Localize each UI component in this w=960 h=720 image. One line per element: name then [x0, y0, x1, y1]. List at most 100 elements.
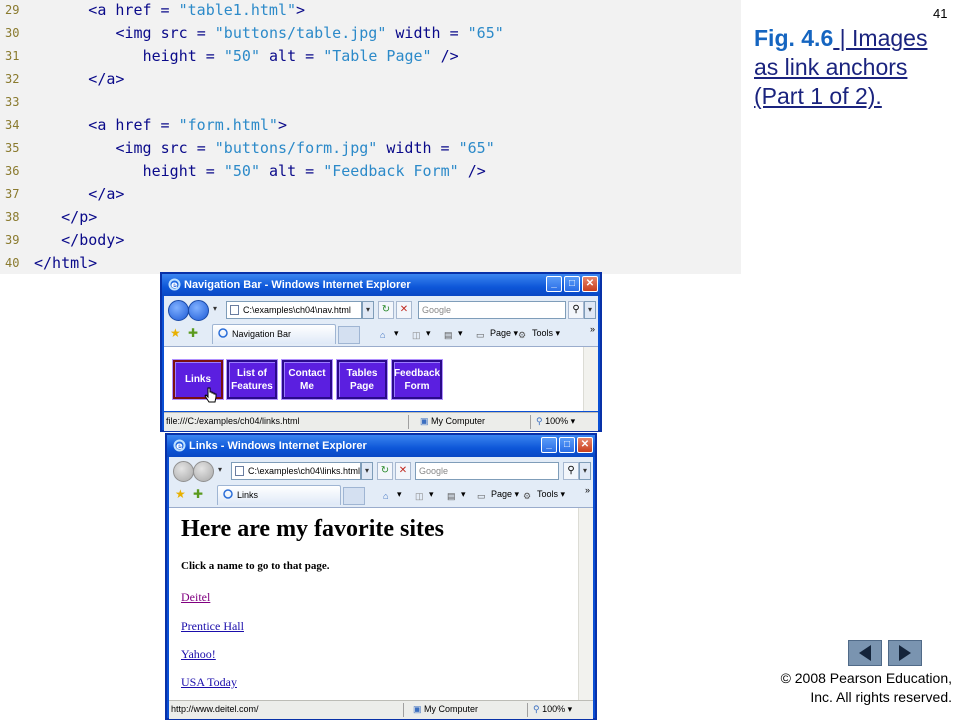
- close-button[interactable]: ✕: [577, 437, 593, 453]
- code-text: </html>: [34, 252, 97, 275]
- code-string: "Feedback Form": [323, 162, 459, 180]
- search-input[interactable]: Google: [418, 301, 566, 319]
- status-url: http://www.deitel.com/: [171, 704, 259, 714]
- refresh-button[interactable]: ↻: [378, 301, 394, 319]
- feeds-button[interactable]: ◫ ▾: [412, 326, 431, 340]
- address-bar[interactable]: C:\examples\ch04\nav.html: [226, 301, 362, 319]
- code-string: "buttons/table.jpg": [214, 24, 387, 42]
- forward-button[interactable]: [193, 461, 214, 482]
- more-toolbar-icon[interactable]: »: [585, 483, 590, 497]
- tab-nav-bar[interactable]: Navigation Bar: [212, 324, 336, 344]
- tab-links[interactable]: Links: [217, 485, 341, 505]
- feeds-button[interactable]: ◫ ▾: [415, 487, 434, 501]
- line-number: 39: [5, 233, 20, 247]
- page-viewport: Links List of Features Contact Me Tables Pa…: [164, 346, 598, 411]
- address-bar[interactable]: C:\examples\ch04\links.html: [231, 462, 361, 480]
- minimize-button[interactable]: _: [546, 276, 562, 292]
- page-menu[interactable]: ▭ Page ▾: [477, 487, 519, 501]
- link-deitel[interactable]: Deitel: [181, 590, 210, 605]
- new-tab-button[interactable]: [343, 487, 365, 505]
- feedback-form-button[interactable]: Feedback Form: [392, 360, 442, 399]
- zoom-control[interactable]: ⚲ 100% ▾: [533, 701, 572, 718]
- tools-menu[interactable]: ⚙ Tools ▾: [518, 326, 560, 340]
- list-of-features-button[interactable]: List of Features: [227, 360, 277, 399]
- history-dropdown[interactable]: ▾: [209, 301, 221, 319]
- code-token: >: [277, 116, 287, 134]
- tools-menu[interactable]: ⚙ Tools ▾: [523, 487, 565, 501]
- home-icon: ⌂: [380, 330, 386, 340]
- add-favorites-icon[interactable]: ✚: [188, 326, 198, 340]
- close-button[interactable]: ✕: [582, 276, 598, 292]
- code-token: alt =: [260, 162, 324, 180]
- add-favorites-icon[interactable]: ✚: [193, 487, 203, 501]
- address-value: C:\examples\ch04\nav.html: [243, 305, 351, 315]
- code-token: </html>: [34, 254, 98, 272]
- page-icon: [230, 305, 239, 315]
- maximize-button[interactable]: □: [564, 276, 580, 292]
- previous-slide-button[interactable]: [848, 640, 882, 666]
- address-value: C:\examples\ch04\links.html: [248, 466, 361, 476]
- print-icon: ▤: [444, 330, 453, 340]
- magnifier-icon: ⚲: [533, 704, 540, 714]
- print-button[interactable]: ▤ ▾: [444, 326, 463, 340]
- code-listing: 29 <a href = "table1.html"> 30 <img src = "…: [0, 0, 741, 274]
- home-icon: ⌂: [383, 491, 389, 501]
- address-dropdown[interactable]: ▾: [362, 301, 374, 319]
- page-menu[interactable]: ▭ Page ▾: [476, 326, 518, 340]
- more-toolbar-icon[interactable]: »: [590, 322, 595, 336]
- code-token: </body>: [61, 231, 125, 249]
- contact-me-button[interactable]: Contact Me: [282, 360, 332, 399]
- title-bar: e Links - Windows Internet Explorer _ □ …: [167, 435, 595, 457]
- refresh-button[interactable]: ↻: [377, 462, 393, 480]
- vertical-scrollbar[interactable]: [583, 347, 598, 411]
- search-input[interactable]: Google: [415, 462, 559, 480]
- copyright-line-2: Inc. All rights reserved.: [810, 689, 952, 705]
- link-yahoo[interactable]: Yahoo!: [181, 647, 216, 662]
- minimize-button[interactable]: _: [541, 437, 557, 453]
- home-button[interactable]: ⌂ ▾: [380, 326, 399, 340]
- home-button[interactable]: ⌂ ▾: [383, 487, 402, 501]
- vertical-scrollbar[interactable]: [578, 508, 593, 701]
- next-slide-button[interactable]: [888, 640, 922, 666]
- favorites-star-icon[interactable]: ★: [170, 326, 181, 340]
- code-token: </a>: [88, 185, 125, 203]
- tables-page-button[interactable]: Tables Page: [337, 360, 387, 399]
- code-token: height =: [142, 47, 224, 65]
- forward-button[interactable]: [188, 300, 209, 321]
- history-dropdown[interactable]: ▾: [214, 462, 226, 480]
- page-viewport: Here are my favorite sites Click a name …: [169, 507, 593, 701]
- line-number: 30: [5, 26, 20, 40]
- triangle-right-icon: [899, 645, 911, 661]
- link-prentice-hall[interactable]: Prentice Hall: [181, 619, 244, 634]
- favorites-star-icon[interactable]: ★: [175, 487, 186, 501]
- gear-icon: ⚙: [518, 330, 527, 340]
- search-options-dropdown[interactable]: ▾: [584, 301, 596, 319]
- code-text: <img src = "buttons/form.jpg" width = "6…: [115, 137, 494, 160]
- code-token: >: [296, 1, 306, 19]
- search-button[interactable]: ⚲: [568, 301, 584, 319]
- code-token: alt =: [260, 47, 324, 65]
- back-button[interactable]: [168, 300, 189, 321]
- search-button[interactable]: ⚲: [563, 462, 579, 480]
- figure-link[interactable]: Fig. 4.6: [754, 25, 833, 51]
- stop-button[interactable]: ✕: [395, 462, 411, 480]
- code-text: <a href = "form.html">: [88, 114, 287, 137]
- line-number: 29: [5, 3, 20, 17]
- search-options-dropdown[interactable]: ▾: [579, 462, 591, 480]
- link-usa-today[interactable]: USA Today: [181, 675, 237, 690]
- copyright-line-1: © 2008 Pearson Education,: [780, 670, 952, 686]
- address-dropdown[interactable]: ▾: [361, 462, 373, 480]
- ie-logo-icon: e: [173, 439, 186, 452]
- zoom-control[interactable]: ⚲ 100% ▾: [536, 413, 575, 430]
- hand-cursor-icon: [204, 387, 217, 403]
- window-title: Links - Windows Internet Explorer: [189, 440, 367, 452]
- back-button[interactable]: [173, 461, 194, 482]
- code-text: <img src = "buttons/table.jpg" width = "…: [115, 22, 503, 45]
- stop-button[interactable]: ✕: [396, 301, 412, 319]
- print-button[interactable]: ▤ ▾: [447, 487, 466, 501]
- new-tab-button[interactable]: [338, 326, 360, 344]
- computer-icon: ▣: [413, 704, 422, 714]
- maximize-button[interactable]: □: [559, 437, 575, 453]
- code-token: <img src =: [115, 139, 215, 157]
- page-icon: [235, 466, 244, 476]
